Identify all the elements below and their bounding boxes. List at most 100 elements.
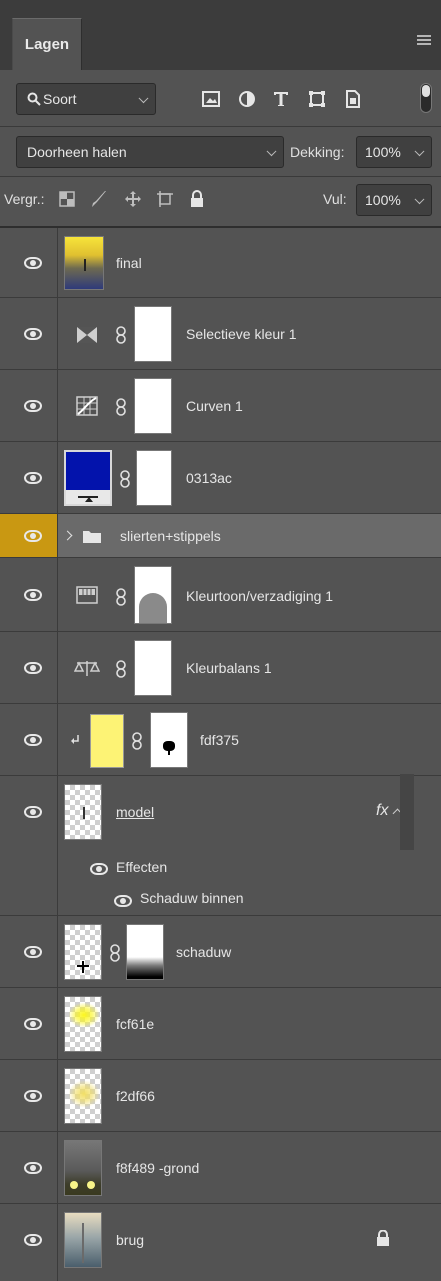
layer-name[interactable]: Curven 1	[186, 398, 243, 414]
layer-mask-thumbnail[interactable]	[126, 924, 164, 980]
layer-row[interactable]: schaduw	[0, 916, 441, 988]
layer-name[interactable]: Selectieve kleur 1	[186, 326, 297, 342]
eye-icon[interactable]	[24, 946, 42, 958]
chevron-down-icon	[414, 194, 425, 205]
eye-icon[interactable]	[24, 589, 42, 601]
chevron-right-icon[interactable]	[62, 530, 73, 541]
layer-name[interactable]: final	[116, 255, 142, 271]
eye-icon[interactable]	[24, 662, 42, 674]
visibility-cell[interactable]	[0, 298, 58, 369]
opacity-field[interactable]: 100%	[356, 136, 432, 168]
tab-lagen[interactable]: Lagen	[12, 18, 82, 70]
layer-mask-thumbnail[interactable]	[150, 712, 188, 768]
eye-icon[interactable]	[24, 806, 42, 818]
layer-row[interactable]: fdf375	[0, 704, 441, 776]
adjustment-filter-icon[interactable]	[236, 88, 258, 110]
layer-mask-thumbnail[interactable]	[134, 566, 172, 624]
lock-all-icon[interactable]	[186, 188, 208, 210]
layer-row[interactable]: Kleurtoon/verzadiging 1	[0, 558, 441, 632]
eye-icon[interactable]	[24, 328, 42, 340]
fx-icon[interactable]: fx	[376, 802, 388, 820]
filter-kind-select[interactable]: Soort	[16, 83, 156, 115]
layer-row[interactable]: f8f489 -grond	[0, 1132, 441, 1204]
scrollbar-thumb[interactable]	[400, 774, 414, 850]
visibility-cell[interactable]	[0, 776, 58, 915]
layer-name[interactable]: 0313ac	[186, 470, 232, 486]
visibility-cell[interactable]	[0, 916, 58, 987]
effects-eye-icon[interactable]	[90, 863, 108, 875]
eye-icon[interactable]	[24, 257, 42, 269]
eye-icon[interactable]	[24, 472, 42, 484]
visibility-cell[interactable]	[0, 988, 58, 1059]
blend-mode-select[interactable]: Doorheen halen	[16, 136, 284, 168]
eye-icon[interactable]	[24, 1018, 42, 1030]
panel-menu-icon[interactable]	[417, 35, 431, 45]
eye-icon[interactable]	[24, 1234, 42, 1246]
eye-icon[interactable]	[24, 1162, 42, 1174]
visibility-cell[interactable]	[0, 1060, 58, 1131]
link-icon[interactable]	[116, 588, 126, 606]
layer-row[interactable]: brug	[0, 1204, 441, 1281]
layer-row[interactable]: Kleurbalans 1	[0, 632, 441, 704]
layer-name[interactable]: fdf375	[200, 732, 239, 748]
folder-icon	[83, 531, 101, 543]
eye-icon[interactable]	[24, 734, 42, 746]
eye-icon[interactable]	[24, 1090, 42, 1102]
layer-row[interactable]: final	[0, 228, 441, 298]
layer-name[interactable]: brug	[116, 1232, 144, 1248]
lock-image-pixels-icon[interactable]	[88, 188, 110, 210]
layer-group-row[interactable]: slierten+stippels	[0, 514, 441, 558]
opacity-label: Dekking:	[290, 144, 345, 160]
layer-name[interactable]: f8f489 -grond	[116, 1160, 199, 1176]
image-filter-icon[interactable]	[200, 88, 222, 110]
layer-row[interactable]: 0313ac	[0, 442, 441, 514]
layer-thumbnail	[64, 996, 102, 1052]
visibility-cell[interactable]	[0, 558, 58, 631]
layer-name[interactable]: Kleurtoon/verzadiging 1	[186, 588, 333, 604]
lock-transparent-pixels-icon[interactable]	[56, 188, 78, 210]
layer-row[interactable]: f2df66	[0, 1060, 441, 1132]
visibility-cell[interactable]	[0, 442, 58, 513]
visibility-cell[interactable]	[0, 514, 58, 557]
layer-mask-thumbnail[interactable]	[134, 378, 172, 434]
type-filter-icon[interactable]	[270, 88, 292, 110]
link-icon[interactable]	[116, 326, 126, 344]
link-icon[interactable]	[132, 732, 142, 750]
layer-mask-thumbnail[interactable]	[136, 450, 172, 506]
shape-filter-icon[interactable]	[306, 88, 328, 110]
lock-artboard-icon[interactable]	[154, 188, 176, 210]
fill-field[interactable]: 100%	[356, 184, 432, 216]
visibility-cell[interactable]	[0, 228, 58, 297]
layer-row[interactable]: Selectieve kleur 1	[0, 298, 441, 370]
layer-row[interactable]: Curven 1	[0, 370, 441, 442]
layer-name[interactable]: Kleurbalans 1	[186, 660, 272, 676]
layer-row[interactable]: fcf61e	[0, 988, 441, 1060]
visibility-cell[interactable]	[0, 370, 58, 441]
layers-panel: Lagen Soort Doorheen halen Dekking: 100%	[0, 0, 441, 1281]
link-icon[interactable]	[110, 944, 120, 962]
layer-mask-thumbnail[interactable]	[134, 306, 172, 362]
effect-eye-icon[interactable]	[114, 895, 132, 907]
layer-name[interactable]: schaduw	[176, 944, 231, 960]
layer-name[interactable]: fcf61e	[116, 1016, 154, 1032]
visibility-cell[interactable]	[0, 632, 58, 703]
layer-mask-thumbnail[interactable]	[134, 640, 172, 696]
filter-toggle[interactable]	[420, 83, 432, 113]
effect-item-label[interactable]: Schaduw binnen	[140, 890, 244, 906]
eye-icon[interactable]	[24, 530, 42, 542]
visibility-cell[interactable]	[0, 1132, 58, 1203]
layer-name[interactable]: model	[116, 804, 154, 820]
smart-object-filter-icon[interactable]	[342, 88, 364, 110]
eye-icon[interactable]	[24, 400, 42, 412]
link-icon[interactable]	[116, 660, 126, 678]
layer-name[interactable]: slierten+stippels	[120, 528, 221, 544]
link-icon[interactable]	[120, 470, 130, 488]
layer-thumbnail	[64, 236, 104, 290]
link-icon[interactable]	[116, 398, 126, 416]
layer-row[interactable]: model fx Effecten Schaduw binnen	[0, 776, 441, 916]
lock-position-icon[interactable]	[122, 188, 144, 210]
visibility-cell[interactable]	[0, 704, 58, 775]
layer-name[interactable]: f2df66	[116, 1088, 155, 1104]
visibility-cell[interactable]	[0, 1204, 58, 1281]
effects-label[interactable]: Effecten	[116, 859, 167, 875]
